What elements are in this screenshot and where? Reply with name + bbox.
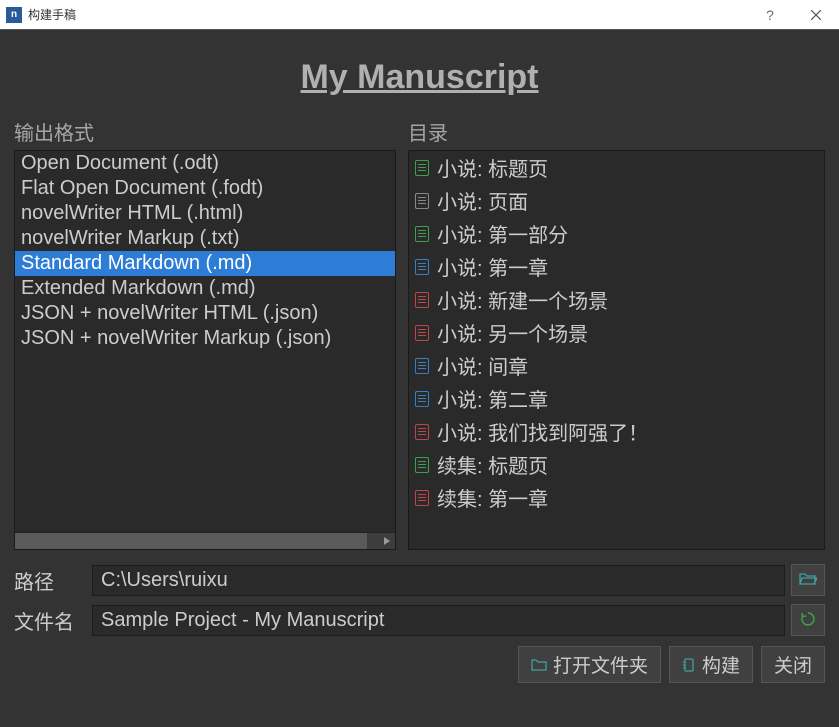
toc-item-label: 小说: 第二章 <box>437 384 548 413</box>
toc-item-label: 小说: 间章 <box>437 351 528 380</box>
toc-item[interactable]: 小说: 另一个场景 <box>409 316 824 349</box>
toc-item-label: 续集: 标题页 <box>437 450 548 479</box>
output-format-label: 输出格式 <box>14 117 396 146</box>
build-button[interactable]: 构建 <box>669 646 753 683</box>
toc-item-label: 小说: 第一章 <box>437 252 548 281</box>
path-label: 路径 <box>14 566 92 595</box>
document-icon <box>415 325 429 341</box>
format-item[interactable]: Flat Open Document (.fodt) <box>15 176 395 201</box>
output-format-column: 输出格式 Open Document (.odt)Flat Open Docum… <box>14 117 396 550</box>
document-icon <box>415 292 429 308</box>
close-window-button[interactable] <box>793 0 839 29</box>
page-title: My Manuscript <box>14 58 825 97</box>
toc-listbox[interactable]: 小说: 标题页小说: 页面小说: 第一部分小说: 第一章小说: 新建一个场景小说… <box>408 150 825 550</box>
browse-folder-button[interactable] <box>791 564 825 596</box>
toc-item-label: 小说: 新建一个场景 <box>437 285 608 314</box>
window-controls: ? <box>747 0 839 29</box>
reset-filename-button[interactable] <box>791 604 825 636</box>
document-icon <box>415 226 429 242</box>
path-row: 路径 <box>14 564 825 596</box>
content-columns: 输出格式 Open Document (.odt)Flat Open Docum… <box>14 117 825 550</box>
toc-item[interactable]: 续集: 第一章 <box>409 481 824 514</box>
document-icon <box>415 259 429 275</box>
open-folder-label: 打开文件夹 <box>553 651 648 678</box>
toc-item[interactable]: 小说: 间章 <box>409 349 824 382</box>
app-icon: n <box>6 7 22 23</box>
document-icon <box>415 358 429 374</box>
filename-row: 文件名 <box>14 604 825 636</box>
format-item[interactable]: novelWriter HTML (.html) <box>15 201 395 226</box>
toc-item-label: 小说: 另一个场景 <box>437 318 588 347</box>
toc-item[interactable]: 小说: 新建一个场景 <box>409 283 824 316</box>
toc-item[interactable]: 小说: 标题页 <box>409 151 824 184</box>
format-item[interactable]: JSON + novelWriter HTML (.json) <box>15 301 395 326</box>
document-icon <box>415 193 429 209</box>
folder-open-icon <box>799 572 817 589</box>
toc-item[interactable]: 小说: 我们找到阿强了！ <box>409 415 824 448</box>
toc-item-label: 小说: 第一部分 <box>437 219 568 248</box>
toc-item[interactable]: 续集: 标题页 <box>409 448 824 481</box>
scrollbar-thumb[interactable] <box>15 533 367 549</box>
button-row: 打开文件夹 构建 关闭 <box>14 646 825 683</box>
scrollbar-arrow-right[interactable] <box>378 533 395 549</box>
filename-label: 文件名 <box>14 606 92 635</box>
open-folder-button[interactable]: 打开文件夹 <box>518 646 661 683</box>
document-icon <box>415 160 429 176</box>
document-icon <box>415 457 429 473</box>
close-button[interactable]: 关闭 <box>761 646 825 683</box>
refresh-icon <box>800 611 816 630</box>
toc-column: 目录 小说: 标题页小说: 页面小说: 第一部分小说: 第一章小说: 新建一个场… <box>408 117 825 550</box>
format-item[interactable]: Extended Markdown (.md) <box>15 276 395 301</box>
window-title: 构建手稿 <box>28 6 747 23</box>
toc-label: 目录 <box>408 117 825 146</box>
folder-icon <box>531 659 547 671</box>
filename-input[interactable] <box>92 605 785 636</box>
close-label: 关闭 <box>774 651 812 678</box>
format-listbox[interactable]: Open Document (.odt)Flat Open Document (… <box>14 150 396 550</box>
scrollbar-track[interactable] <box>15 533 378 549</box>
toc-item[interactable]: 小说: 页面 <box>409 184 824 217</box>
format-item[interactable]: novelWriter Markup (.txt) <box>15 226 395 251</box>
horizontal-scrollbar[interactable] <box>15 532 395 549</box>
toc-item-label: 小说: 标题页 <box>437 153 548 182</box>
toc-item-label: 小说: 我们找到阿强了！ <box>437 417 648 446</box>
form-rows: 路径 文件名 <box>14 564 825 636</box>
document-icon <box>415 424 429 440</box>
format-item[interactable]: Open Document (.odt) <box>15 151 395 176</box>
toc-item-label: 小说: 页面 <box>437 186 528 215</box>
toc-item[interactable]: 小说: 第一章 <box>409 250 824 283</box>
toc-item[interactable]: 小说: 第二章 <box>409 382 824 415</box>
path-input[interactable] <box>92 565 785 596</box>
titlebar: n 构建手稿 ? <box>0 0 839 30</box>
format-item[interactable]: Standard Markdown (.md) <box>15 251 395 276</box>
toc-item[interactable]: 小说: 第一部分 <box>409 217 824 250</box>
build-label: 构建 <box>702 651 740 678</box>
document-icon <box>415 490 429 506</box>
document-icon <box>415 391 429 407</box>
toc-item-label: 续集: 第一章 <box>437 483 548 512</box>
help-button[interactable]: ? <box>747 0 793 29</box>
format-item[interactable]: JSON + novelWriter Markup (.json) <box>15 326 395 351</box>
dialog-body: My Manuscript 输出格式 Open Document (.odt)F… <box>0 30 839 697</box>
build-icon <box>682 658 696 672</box>
